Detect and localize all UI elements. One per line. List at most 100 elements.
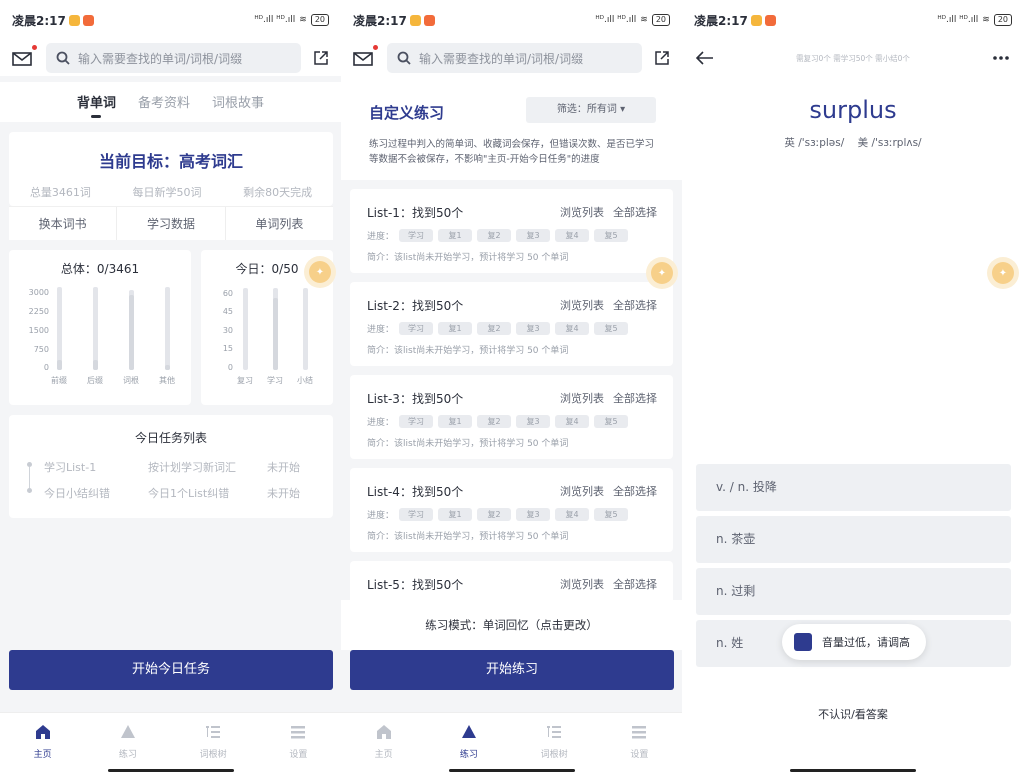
list-card[interactable]: List-2：找到50个 浏览列表 全部选择 进度： 学习 复1 复2 复3 复4 复5 简介… <box>350 282 673 366</box>
dont-know-button[interactable]: 不认识/看答案 <box>682 706 1024 722</box>
nav-home-label: 主页 <box>374 750 393 760</box>
share-icon[interactable] <box>313 50 329 66</box>
phonetics: 英 /'sɜːpləs/ 美 /'sɜːrplʌs/ <box>682 135 1024 150</box>
nav-settings-label: 设置 <box>289 750 308 760</box>
status-bar: 凌晨2:17 ᴴᴰ.ıll ᴴᴰ.ıll ≋ 20 <box>0 0 341 40</box>
category-label: 学习 <box>267 375 283 385</box>
y-tick-label: 1500 <box>29 326 49 335</box>
browse-list-button[interactable]: 浏览列表 <box>560 392 604 405</box>
tab-root-stories[interactable]: 词根故事 <box>212 82 264 122</box>
list-title: List-2：找到50个 <box>367 299 464 313</box>
floating-assist-button[interactable]: ✦ <box>309 261 331 283</box>
search-input[interactable]: 输入需要查找的单词/词根/词缀 <box>46 43 301 73</box>
progress-chips: 进度： 学习 复1 复2 复3 复4 复5 <box>367 415 629 428</box>
task-dot <box>27 488 32 493</box>
progress-stats: 需复习0个 需学习50个 需小结0个 <box>796 53 910 63</box>
answer-option[interactable]: n. 茶壶 <box>696 516 1011 563</box>
back-arrow-icon[interactable] <box>696 51 714 65</box>
task-name: 学习List-1 <box>44 461 97 474</box>
menu-icon <box>632 726 647 739</box>
wifi-icon: ≋ <box>982 15 990 25</box>
menu-icon <box>291 726 306 739</box>
signal-icon: ᴴᴰ.ıll ᴴᴰ.ıll <box>254 15 296 25</box>
answer-option[interactable]: v. / n. 投降 <box>696 464 1011 511</box>
nav-home-label: 主页 <box>33 750 52 760</box>
uk-phonetic[interactable]: 英 /'sɜːpləs/ <box>784 137 844 149</box>
practice-mode-selector[interactable]: 练习模式：单词回忆（点击更改） <box>341 600 682 650</box>
start-practice-button[interactable]: 开始练习 <box>350 650 674 690</box>
select-all-button[interactable]: 全部选择 <box>613 392 657 405</box>
browse-list-button[interactable]: 浏览列表 <box>560 206 604 219</box>
signal-icon: ᴴᴰ.ıll ᴴᴰ.ıll <box>595 15 637 25</box>
list-card[interactable]: List-1：找到50个 浏览列表 全部选择 进度： 学习 复1 复2 复3 复4 复5 简介… <box>350 189 673 273</box>
goal-total: 总量3461词 <box>29 186 91 199</box>
us-phonetic[interactable]: 美 /'sɜːrplʌs/ <box>858 137 922 149</box>
search-input[interactable]: 输入需要查找的单词/词根/词缀 <box>387 43 642 73</box>
category-label: 其他 <box>159 375 175 385</box>
list-card[interactable]: List-4：找到50个 浏览列表 全部选择 进度： 学习 复1 复2 复3 复4 复5 简介… <box>350 468 673 552</box>
bar-track <box>57 287 62 370</box>
wifi-icon: ≋ <box>640 15 648 25</box>
y-tick-label: 45 <box>223 307 233 316</box>
study-data-button[interactable]: 学习数据 <box>117 207 226 240</box>
volume-toast: 音量过低，请调高 <box>782 624 926 660</box>
battery-icon: 20 <box>651 14 670 26</box>
filter-dropdown[interactable]: 筛选：所有词 ▾ <box>526 97 656 123</box>
y-tick-label: 750 <box>34 345 49 354</box>
select-all-button[interactable]: 全部选择 <box>613 299 657 312</box>
mail-icon[interactable] <box>12 45 37 66</box>
app-screens: 凌晨2:17 ᴴᴰ.ıll ᴴᴰ.ıll ≋ 20 输入需要查找的单词/词根/词缀 … <box>0 0 1024 778</box>
word-list-button[interactable]: 单词列表 <box>226 207 333 240</box>
tab-study[interactable]: 背单词 <box>77 82 116 122</box>
list-intro: 简介：该list尚未开始学习，预计将学习 50 个单词 <box>367 532 569 542</box>
list-title: List-1：找到50个 <box>367 206 464 220</box>
notification-icon <box>750 14 762 26</box>
y-tick-label: 15 <box>223 344 233 353</box>
category-label: 小结 <box>297 375 313 385</box>
browse-list-button[interactable]: 浏览列表 <box>560 485 604 498</box>
task-status: 未开始 <box>267 461 300 474</box>
task-name: 今日小结纠错 <box>44 487 110 500</box>
nav-home[interactable]: 主页 <box>0 713 85 778</box>
search-placeholder: 输入需要查找的单词/词根/词缀 <box>419 51 584 66</box>
floating-assist-button[interactable]: ✦ <box>651 262 673 284</box>
browse-list-button[interactable]: 浏览列表 <box>560 299 604 312</box>
nav-home[interactable]: 主页 <box>341 713 426 778</box>
browse-list-button[interactable]: 浏览列表 <box>560 578 604 591</box>
share-icon[interactable] <box>654 50 670 66</box>
overall-chart: 3000 2250 1500 750 0 前缀 后缀 词根 其他 <box>29 287 175 385</box>
bar-track <box>243 288 248 370</box>
select-all-button[interactable]: 全部选择 <box>613 578 657 591</box>
y-tick-label: 30 <box>223 326 233 335</box>
nav-practice-label: 练习 <box>118 750 137 760</box>
select-all-button[interactable]: 全部选择 <box>613 206 657 219</box>
list-title: List-5：找到50个 <box>367 578 464 592</box>
start-today-button[interactable]: 开始今日任务 <box>9 650 333 690</box>
home-screen: 凌晨2:17 ᴴᴰ.ıll ᴴᴰ.ıll ≋ 20 输入需要查找的单词/词根/词缀 … <box>0 0 341 778</box>
status-time: 凌晨2:17 <box>353 13 407 28</box>
list-intro: 简介：该list尚未开始学习，预计将学习 50 个单词 <box>367 253 569 263</box>
change-book-button[interactable]: 换本词书 <box>9 207 118 240</box>
list-title: List-3：找到50个 <box>367 392 464 406</box>
y-tick-label: 2250 <box>29 307 49 316</box>
tab-exam-materials[interactable]: 备考资料 <box>138 82 190 122</box>
battery-icon: 20 <box>310 14 329 26</box>
nav-settings[interactable]: 设置 <box>597 713 682 778</box>
list-card[interactable]: List-3：找到50个 浏览列表 全部选择 进度： 学习 复1 复2 复3 复4 复5 简介… <box>350 375 673 459</box>
answer-option[interactable]: n. 过剩 <box>696 568 1011 615</box>
goal-actions: 换本词书 学习数据 单词列表 <box>9 206 333 240</box>
more-icon[interactable] <box>992 55 1010 61</box>
practice-icon <box>120 725 135 738</box>
y-tick-label: 3000 <box>29 288 49 297</box>
nav-settings[interactable]: 设置 <box>256 713 341 778</box>
progress-chips: 进度： 学习 复1 复2 复3 复4 复5 <box>367 322 629 335</box>
progress-chips: 进度： 学习 复1 复2 复3 复4 复5 <box>367 508 629 521</box>
home-indicator <box>107 769 234 772</box>
goal-remaining: 剩余80天完成 <box>243 186 313 199</box>
practice-description: 练习过程中判入的简单词、收藏词会保存，但错误次数、是否已学习等数据不会被保存，不… <box>369 139 655 165</box>
nav-root-tree-label: 词根树 <box>199 750 227 760</box>
mail-icon[interactable] <box>353 45 378 66</box>
battery-icon: 20 <box>993 14 1012 26</box>
select-all-button[interactable]: 全部选择 <box>613 485 657 498</box>
floating-assist-button[interactable]: ✦ <box>992 262 1014 284</box>
